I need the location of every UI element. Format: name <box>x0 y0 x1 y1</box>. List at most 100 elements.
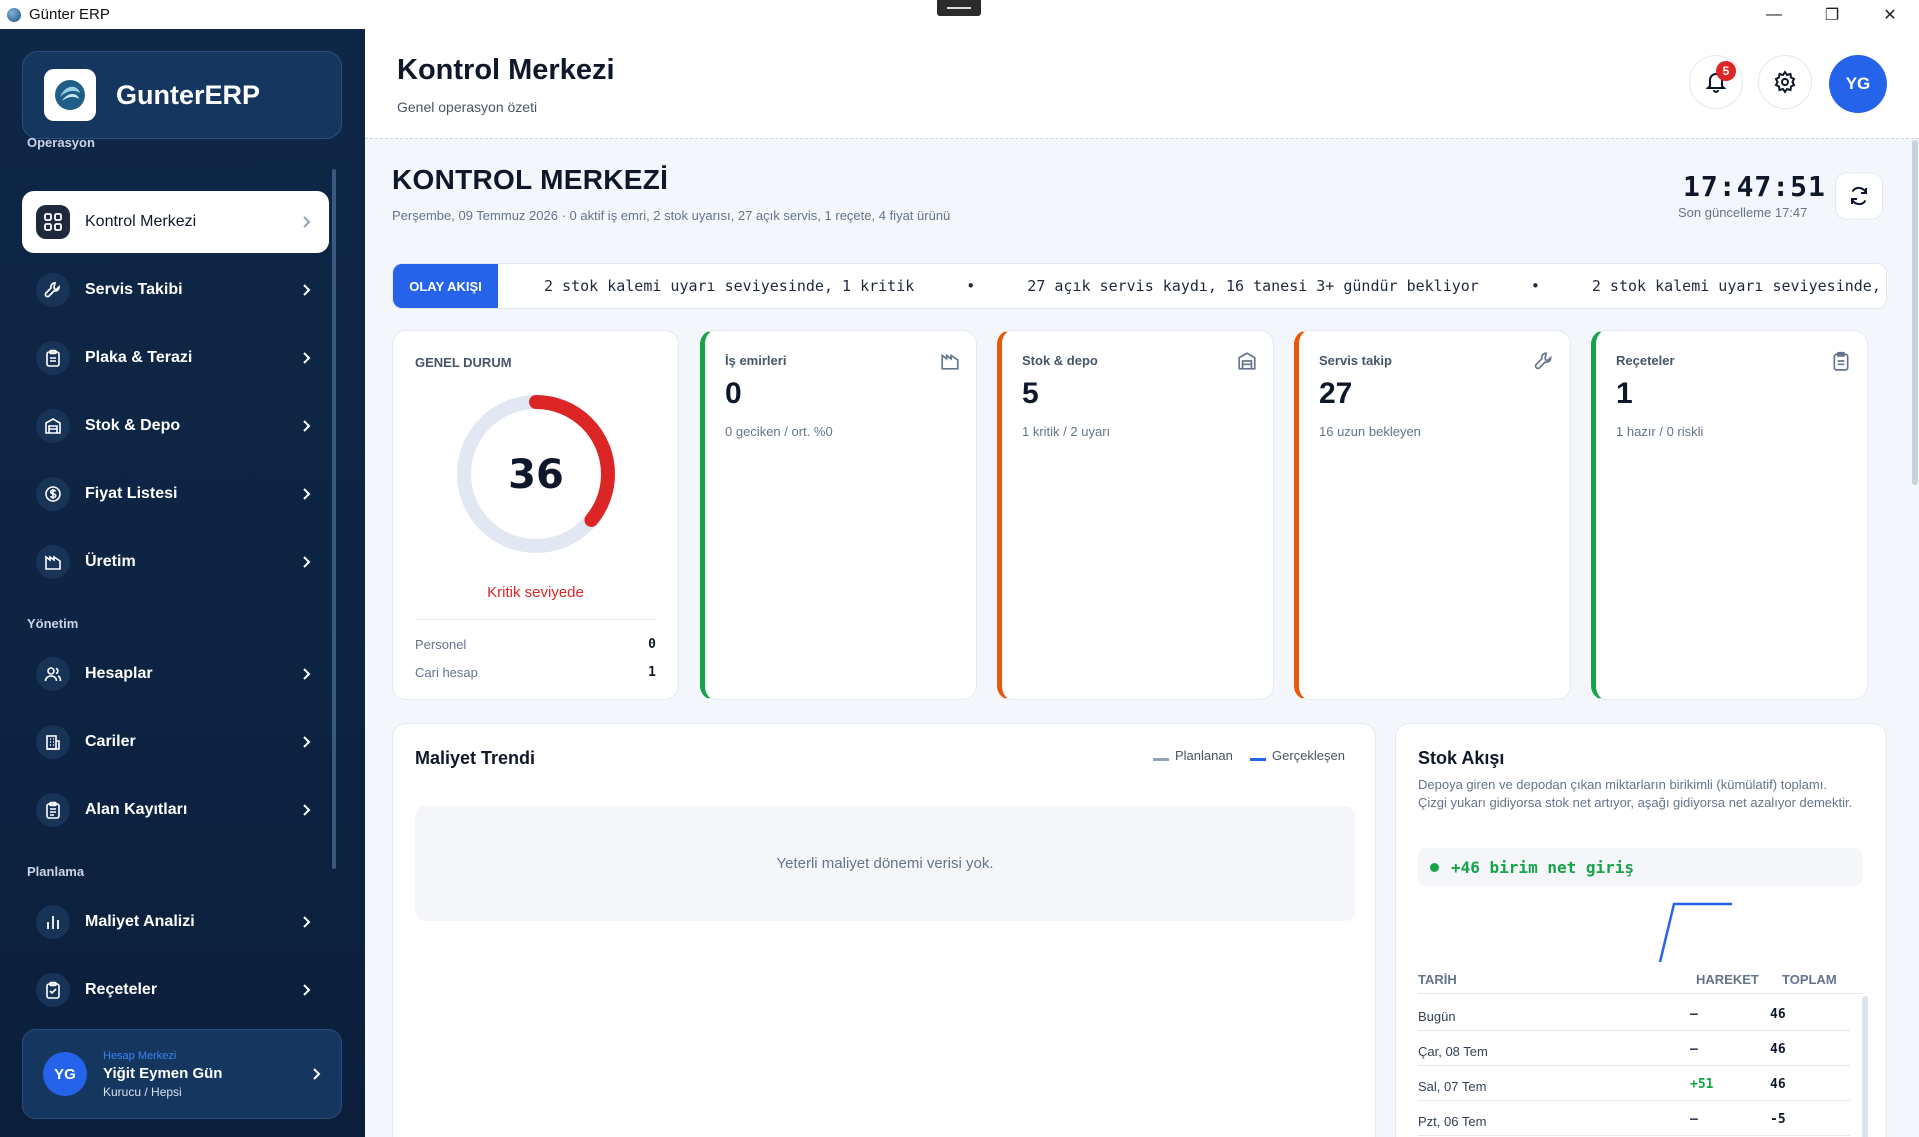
dashboard-heading: KONTROL MERKEZİ <box>392 164 669 195</box>
refresh-icon <box>1851 186 1867 206</box>
stat-value: 5 <box>1022 377 1039 410</box>
section-operasyon: Operasyon <box>27 135 95 150</box>
cell-move: – <box>1690 1007 1698 1022</box>
legend-actual: Gerçekleşen <box>1250 748 1345 763</box>
stat-value: 1 <box>1616 377 1633 410</box>
sparkline-series <box>1658 902 1732 963</box>
sidebar-item-hesaplar[interactable]: Hesaplar <box>22 643 329 705</box>
clipboard-list-icon <box>36 793 70 827</box>
table-row: Çar, 08 Tem – 46 <box>1418 1031 1850 1066</box>
stat-value: 27 <box>1319 377 1353 410</box>
stat-card-receteler[interactable]: Reçeteler 1 1 hazır / 0 riskli <box>1591 330 1868 700</box>
restore-button[interactable]: ❐ <box>1803 0 1861 29</box>
chevron-right-icon <box>303 736 311 748</box>
event-ticker: OLAY AKIŞI 2 stok kalemi uyarı seviyesin… <box>392 263 1887 309</box>
sidebar-item-servis-takibi[interactable]: Servis Takibi <box>22 259 329 321</box>
table-row: Bugün – 46 <box>1418 996 1850 1031</box>
general-status-label: Kritik seviyede <box>487 584 584 601</box>
table-scrollbar[interactable] <box>1862 996 1868 1137</box>
last-update: Son güncelleme 17:47 <box>1678 205 1808 220</box>
sidebar-item-maliyet-analizi[interactable]: Maliyet Analizi <box>22 891 329 953</box>
brand[interactable]: GunterERP <box>22 51 342 139</box>
sidebar-item-label: Üretim <box>85 553 136 570</box>
table-header: TARİH HAREKET TOPLAM <box>1418 972 1863 994</box>
stat-title: Stok & depo <box>1022 353 1098 368</box>
user-avatar[interactable]: YG <box>1829 55 1887 113</box>
chevron-right-icon <box>303 216 311 228</box>
sidebar-item-kontrol-merkezi[interactable]: Kontrol Merkezi <box>22 191 329 253</box>
page-subtitle: Genel operasyon özeti <box>397 99 538 115</box>
sidebar-item-plaka-terazi[interactable]: Plaka & Terazi <box>22 327 329 389</box>
stock-sparkline <box>1658 902 1732 963</box>
warehouse-icon <box>36 409 70 443</box>
clipboard-icon <box>36 341 70 375</box>
users-icon <box>36 657 70 691</box>
stock-flow-title: Stok Akışı <box>1418 748 1505 768</box>
dashboard-icon <box>36 205 70 239</box>
close-button[interactable]: ✕ <box>1861 0 1919 29</box>
brand-logo-icon <box>44 69 96 121</box>
notification-badge: 5 <box>1716 61 1736 81</box>
table-row: Pzt, 06 Tem – -5 <box>1418 1101 1850 1136</box>
sidebar-item-label: Servis Takibi <box>85 281 183 298</box>
stock-flow-panel: Stok Akışı Depoya giren ve depodan çıkan… <box>1395 723 1887 1137</box>
cost-trend-panel: Maliyet Trendi Planlanan Gerçekleşen Yet… <box>392 723 1376 1137</box>
refresh-button[interactable] <box>1835 172 1883 220</box>
gauge-score: 36 <box>508 452 564 498</box>
legend-planned: Planlanan <box>1153 748 1233 763</box>
sidebar-item-fiyat-listesi[interactable]: Fiyat Listesi <box>22 463 329 525</box>
stat-value: 0 <box>725 377 742 410</box>
stat-card-is-emirleri[interactable]: İş emirleri 0 0 geciken / ort. %0 <box>700 330 977 700</box>
sidebar-item-cariler[interactable]: Cariler <box>22 711 329 773</box>
sidebar-item-label: Cariler <box>85 733 136 750</box>
ticker-tag: OLAY AKIŞI <box>393 264 498 308</box>
chevron-right-icon <box>303 352 311 364</box>
account-kicker: Hesap Merkezi <box>103 1049 177 1062</box>
kv-label: Personel <box>415 637 467 652</box>
account-card[interactable]: YG Hesap Merkezi Yiğit Eymen Gün Kurucu … <box>22 1029 342 1119</box>
main-scrollbar-thumb[interactable] <box>1912 140 1918 485</box>
cell-date: Bugün <box>1418 1009 1456 1024</box>
ticker-separator: • <box>966 277 976 295</box>
account-name: Yiğit Eymen Gün <box>103 1064 223 1082</box>
cell-date: Sal, 07 Tem <box>1418 1079 1487 1094</box>
sidebar-item-label: Stok & Depo <box>85 417 181 434</box>
section-yonetim: Yönetim <box>27 616 79 631</box>
stat-title: İş emirleri <box>725 353 787 368</box>
main-scrollbar[interactable] <box>1911 140 1919 1137</box>
clipboard-icon <box>1833 351 1849 371</box>
cell-move: +51 <box>1690 1077 1714 1092</box>
minimize-button[interactable]: — <box>1745 0 1803 29</box>
status-dot <box>1430 862 1439 872</box>
sidebar-item-receteler[interactable]: Reçeteler <box>22 959 329 1021</box>
sidebar-item-uretim[interactable]: Üretim <box>22 531 329 593</box>
ticker-track: 2 stok kalemi uyarı seviyesinde, 1 kriti… <box>544 277 1886 295</box>
settings-button[interactable] <box>1758 55 1812 109</box>
sidebar-item-label: Fiyat Listesi <box>85 485 178 502</box>
cost-trend-title: Maliyet Trendi <box>415 748 536 768</box>
sidebar-scrollbar[interactable] <box>332 169 336 869</box>
account-role: Kurucu / Hepsi <box>103 1084 182 1099</box>
cell-total: -5 <box>1770 1112 1786 1127</box>
notifications-button[interactable]: 5 <box>1689 55 1743 109</box>
sidebar-item-label: Maliyet Analizi <box>85 913 195 930</box>
col-header-date: TARİH <box>1418 972 1457 987</box>
cell-total: 46 <box>1770 1007 1786 1022</box>
chevron-right-icon <box>303 668 311 680</box>
main-content: KONTROL MERKEZİ Perşembe, 09 Temmuz 2026… <box>365 140 1919 1137</box>
sidebar-item-stok-depo[interactable]: Stok & Depo <box>22 395 329 457</box>
stat-card-stok-depo[interactable]: Stok & depo 5 1 kritik / 2 uyarı <box>997 330 1274 700</box>
empty-state: Yeterli maliyet dönemi verisi yok. <box>415 806 1355 921</box>
sidebar-item-alan-kayitlari[interactable]: Alan Kayıtları <box>22 779 329 841</box>
dollar-icon <box>36 477 70 511</box>
stat-subtitle: 16 uzun bekleyen <box>1319 424 1421 439</box>
ticker-item: 2 stok kalemi uyarı seviyesinde, 1 kriti… <box>1591 277 1886 295</box>
window-title: Günter ERP <box>29 6 110 23</box>
chevron-right-icon <box>303 284 311 296</box>
stat-card-servis-takip[interactable]: Servis takip 27 16 uzun bekleyen <box>1294 330 1571 700</box>
sidebar-item-label: Plaka & Terazi <box>85 349 193 366</box>
sidebar-item-label: Hesaplar <box>85 665 153 682</box>
sidebar: GunterERP Operasyon Kontrol Merkezi Serv… <box>0 29 365 1137</box>
drag-handle[interactable] <box>937 0 981 16</box>
top-header: Kontrol Merkezi Genel operasyon özeti 5 … <box>365 29 1919 139</box>
